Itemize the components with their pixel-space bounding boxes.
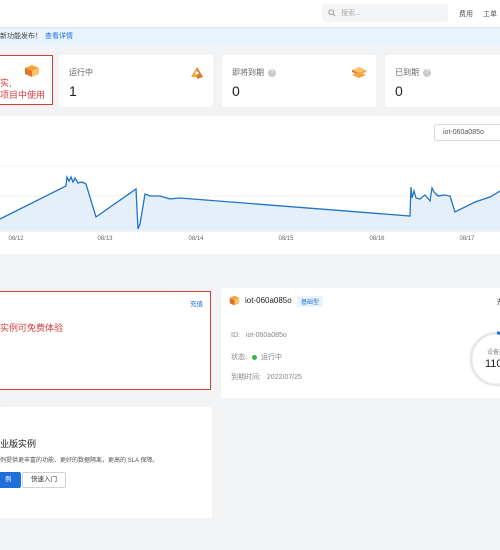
expiring-card[interactable]: 即将到期? 0 (222, 55, 376, 107)
line-series-area (0, 178, 500, 231)
instance-name[interactable]: iot-060a085o (245, 296, 292, 305)
line-chart (0, 165, 500, 232)
top-link-ticket[interactable]: 工单 (483, 9, 497, 19)
expire-label: 到期时间: (231, 374, 261, 381)
highlight-box (0, 291, 211, 390)
status-value: 运行中 (260, 354, 282, 361)
buy-pro-button[interactable]: 例 (0, 472, 21, 488)
x-tick-label: 08/12 (8, 236, 24, 242)
search-input[interactable]: 搜索... (322, 4, 448, 22)
x-tick-label: 08/13 (97, 236, 113, 242)
search-placeholder: 搜索... (341, 10, 361, 17)
expired-value: 0 (395, 83, 403, 99)
running-card[interactable]: 运行中 1 (59, 55, 213, 107)
x-tick-label: 08/14 (188, 236, 204, 242)
pro-instance-card: 业版实例 例提供更丰富的功能、更好的数据隔离，更高的 SLA 保障。 例 快速入… (0, 407, 212, 518)
running-label: 运行中 (69, 68, 93, 77)
top-link-billing[interactable]: 费用 (459, 9, 473, 19)
instance-card: iot-060a085o 基础型 升 ID: iot-060a085o 状态: … (221, 288, 500, 398)
pro-title: 业版实例 (0, 439, 37, 449)
box-icon (229, 295, 240, 306)
highlight-box (0, 55, 53, 105)
expired-label: 已到期 (395, 68, 419, 77)
x-tick-label: 08/16 (369, 236, 385, 242)
notice-link[interactable]: 查看详情 (45, 33, 73, 40)
expire-value: 2022/07/25 (266, 374, 302, 381)
gauge-value: 110 (485, 358, 500, 370)
notice-text: 新功能发布！ (0, 33, 42, 40)
help-icon[interactable]: ? (423, 68, 431, 77)
rocket-icon (191, 67, 203, 79)
id-value: iot-060a085o (245, 332, 287, 339)
top-bar: 搜索... 费用 工单 (0, 0, 500, 28)
instance-badge: 基础型 (297, 296, 324, 307)
expiring-value: 0 (232, 83, 240, 99)
search-icon (328, 9, 336, 17)
quick-start-button[interactable]: 快速入门 (22, 472, 66, 488)
device-select[interactable]: iot-060a085o (434, 124, 500, 141)
x-tick-label: 08/15 (278, 236, 294, 242)
running-value: 1 (69, 83, 77, 99)
expiring-label: 即将到期 (232, 68, 264, 77)
gauge-label: 设备数 (487, 350, 500, 356)
expired-card[interactable]: 已到期? 0 (385, 55, 500, 107)
stack-icon (352, 67, 366, 78)
pro-description: 例提供更丰富的功能、更好的数据隔离，更高的 SLA 保障。 (0, 458, 159, 464)
status-label: 状态: (231, 354, 247, 361)
help-icon[interactable]: ? (268, 68, 276, 77)
notice-bar: 新功能发布！ 查看详情 (0, 28, 500, 46)
device-chart-card: iot-060a085o 08/12 08/13 08/14 08/15 08/… (0, 116, 500, 254)
x-tick-label: 08/17 (459, 236, 475, 242)
status-dot-icon (251, 354, 257, 360)
id-label: ID: (231, 332, 240, 339)
